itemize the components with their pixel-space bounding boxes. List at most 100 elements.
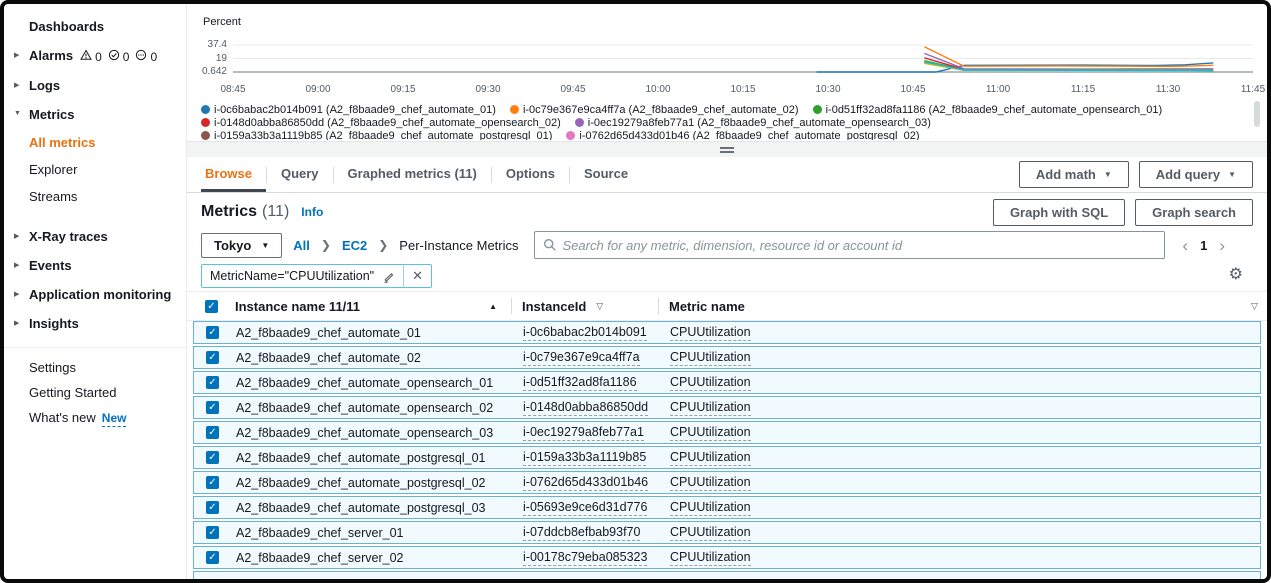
table-row[interactable]: ✓ A2_f8baade9_chef_automate_opensearch_01… xyxy=(193,371,1261,394)
sidebar-item-insights[interactable]: ▶Insights xyxy=(4,309,186,338)
table-row[interactable]: ✓A2_f8baade9_chef_automate_opensearch_02… xyxy=(193,396,1261,419)
sidebar-item-settings[interactable]: Settings xyxy=(4,355,186,380)
cloudwatch-metrics-window: Dashboards▶Alarms000▶Logs▼MetricsAll met… xyxy=(0,0,1271,583)
legend-label: i-0c6babac2b014b091 (A2_f8baade9_chef_au… xyxy=(214,104,496,116)
graph-with-sql-button[interactable]: Graph with SQL xyxy=(993,199,1125,226)
metric-search-input[interactable] xyxy=(563,238,1157,253)
table-row[interactable]: ✓A2_f8baade9_chef_server_02i-00178c79eba… xyxy=(193,546,1261,569)
col-instance-id[interactable]: InstanceId xyxy=(522,299,586,314)
tab-graphed-metrics-11[interactable]: Graphed metrics (11) xyxy=(334,157,491,192)
col-metric-name[interactable]: Metric name xyxy=(669,299,745,314)
cpu-utilization-line-chart xyxy=(233,40,1253,82)
sidebar-item-label: Dashboards xyxy=(29,19,104,34)
cell-instance-id-wrap: i-0d51ff32ad8fa1186 xyxy=(513,375,659,391)
row-checkbox[interactable]: ✓ xyxy=(206,551,219,564)
breadcrumb-all[interactable]: All xyxy=(293,238,310,253)
cell-instance-name: A2_f8baade9_chef_automate_postgresql_02 xyxy=(236,476,512,490)
sidebar-divider xyxy=(4,347,186,348)
legend-item[interactable]: i-0762d65d433d01b46 (A2_f8baade9_chef_au… xyxy=(566,129,919,140)
legend-item[interactable]: i-0148d0abba86850dd (A2_f8baade9_chef_au… xyxy=(201,116,561,129)
row-checkbox[interactable]: ✓ xyxy=(206,401,219,414)
row-checkbox[interactable]: ✓ xyxy=(206,451,219,464)
sort-ascending-icon[interactable]: ▲ xyxy=(489,302,497,311)
add-query-button[interactable]: Add query ▼ xyxy=(1139,161,1253,188)
page-next-icon[interactable]: › xyxy=(1219,237,1225,254)
row-checkbox[interactable]: ✓ xyxy=(206,351,219,364)
row-checkbox[interactable]: ✓ xyxy=(206,476,219,489)
chart-yticks: 37.4190.642 xyxy=(187,40,227,82)
sidebar-nav: Dashboards▶Alarms000▶Logs▼MetricsAll met… xyxy=(4,4,187,579)
legend-item[interactable]: i-0c6babac2b014b091 (A2_f8baade9_chef_au… xyxy=(201,103,496,116)
sidebar-item-explorer[interactable]: Explorer xyxy=(4,156,186,183)
cell-instance-name: A2_f8baade9_chef_automate_opensearch_03 xyxy=(236,426,512,440)
row-checkbox[interactable]: ✓ xyxy=(206,376,219,389)
page-prev-icon[interactable]: ‹ xyxy=(1182,237,1188,254)
x-tick-label: 08:45 xyxy=(220,84,245,95)
cell-instance-id-wrap: i-0762d65d433d01b46 xyxy=(513,475,659,491)
alarm-count: 0 xyxy=(95,50,102,64)
cell-instance-id: i-0ec19279a8feb77a1 xyxy=(523,425,644,441)
legend-item[interactable]: i-0ec19279a8feb77a1 (A2_f8baade9_chef_au… xyxy=(575,116,931,129)
legend-item[interactable]: i-0c79e367e9ca4ff7a (A2_f8baade9_chef_au… xyxy=(510,103,799,116)
sidebar-item-metrics[interactable]: ▼Metrics xyxy=(4,100,186,129)
sidebar-item-getting-started[interactable]: Getting Started xyxy=(4,380,186,405)
col-instance-name[interactable]: Instance name 11/11 xyxy=(235,299,360,314)
table-row[interactable]: ✓A2_f8baade9_chef_automate_postgresql_01… xyxy=(193,446,1261,469)
filter-table-icon[interactable]: ▽ xyxy=(1251,301,1261,312)
info-link[interactable]: Info xyxy=(301,205,323,219)
row-checkbox[interactable]: ✓ xyxy=(206,526,219,539)
cell-metric-name: CPUUtilization xyxy=(670,550,751,566)
sidebar-item-events[interactable]: ▶Events xyxy=(4,251,186,280)
tab-query[interactable]: Query xyxy=(267,157,333,192)
cell-metric-name-wrap: CPUUtilization xyxy=(660,450,1240,466)
graph-search-button[interactable]: Graph search xyxy=(1135,199,1253,226)
tab-browse[interactable]: Browse xyxy=(201,157,266,192)
alarm-count: 0 xyxy=(123,50,130,64)
resize-handle-icon[interactable] xyxy=(716,145,738,155)
sidebar-item-all-metrics[interactable]: All metrics xyxy=(4,129,186,156)
cell-instance-id: i-0c79e367e9ca4ff7a xyxy=(523,350,640,366)
sidebar-item-x-ray-traces[interactable]: ▶X-Ray traces xyxy=(4,222,186,251)
tabs-spacer xyxy=(642,157,1009,192)
sidebar-item-label: Application monitoring xyxy=(29,287,171,302)
cell-instance-name: A2_f8baade9_chef_automate_postgresql_03 xyxy=(236,501,512,515)
sidebar-item-application-monitoring[interactable]: ▶Application monitoring xyxy=(4,280,186,309)
table-row-grid: ✓ A2_f8baade9_chef_automate_postgresql_02… xyxy=(194,472,1260,493)
table-row[interactable]: ✓ A2_f8baade9_chef_automate_postgresql_02… xyxy=(193,471,1261,494)
breadcrumb-separator-icon: ❯ xyxy=(321,238,331,252)
page-number[interactable]: 1 xyxy=(1200,238,1207,253)
filter-pill-remove[interactable]: ✕ xyxy=(404,265,431,287)
add-math-button[interactable]: Add math ▼ xyxy=(1019,161,1129,188)
sidebar-item-what-s-new[interactable]: What's newNew xyxy=(4,405,186,430)
sidebar-item-alarms[interactable]: ▶Alarms000 xyxy=(4,41,186,71)
legend-item[interactable]: i-0d51ff32ad8fa1186 (A2_f8baade9_chef_au… xyxy=(813,103,1163,116)
table-row[interactable]: ✓A2_f8baade9_chef_automate_02i-0c79e367e… xyxy=(193,346,1261,369)
alarm-ok-icon xyxy=(108,49,120,64)
legend-scrollbar-thumb[interactable] xyxy=(1254,101,1260,127)
table-row[interactable]: ✓ A2_f8baade9_chef_automate_postgresql_03… xyxy=(193,496,1261,519)
cell-instance-id-wrap: i-0159a33b3a1119b85 xyxy=(513,450,659,466)
legend-item[interactable]: i-0159a33b3a1119b85 (A2_f8baade9_chef_au… xyxy=(201,129,552,140)
cell-metric-name: CPUUtilization xyxy=(670,500,751,516)
main-panel: Percent 37.4190.642 08:4509:0009:1509:30… xyxy=(187,4,1267,579)
table-row[interactable]: ✓A2_f8baade9_chef_server_01i-07ddcb8efba… xyxy=(193,521,1261,544)
cell-instance-name: A2_f8baade9_chef_automate_opensearch_01 xyxy=(236,376,512,390)
select-all-checkbox[interactable]: ✓ xyxy=(205,300,218,313)
filter-pill-edit[interactable]: MetricName="CPUUtilization" xyxy=(202,265,403,287)
region-selector[interactable]: Tokyo ▼ xyxy=(201,233,282,258)
breadcrumb-ec2[interactable]: EC2 xyxy=(342,238,367,253)
tab-source[interactable]: Source xyxy=(570,157,642,192)
breadcrumb-current: Per-Instance Metrics xyxy=(399,238,518,253)
row-checkbox[interactable]: ✓ xyxy=(206,426,219,439)
row-checkbox[interactable]: ✓ xyxy=(206,501,219,514)
row-checkbox[interactable]: ✓ xyxy=(206,326,219,339)
sidebar-item-dashboards[interactable]: Dashboards xyxy=(4,12,186,41)
tab-options[interactable]: Options xyxy=(492,157,569,192)
sidebar-item-logs[interactable]: ▶Logs xyxy=(4,71,186,100)
table-row[interactable]: ✓ A2_f8baade9_chef_automate_opensearch_03… xyxy=(193,421,1261,444)
filter-column-icon[interactable]: ▽ xyxy=(596,301,603,312)
legend-label: i-0762d65d433d01b46 (A2_f8baade9_chef_au… xyxy=(579,130,919,141)
table-row[interactable]: ✓A2_f8baade9_chef_automate_01i-0c6babac2… xyxy=(193,321,1261,344)
table-settings-gear-icon[interactable]: ⚙ xyxy=(1229,267,1243,283)
sidebar-item-streams[interactable]: Streams xyxy=(4,183,186,210)
